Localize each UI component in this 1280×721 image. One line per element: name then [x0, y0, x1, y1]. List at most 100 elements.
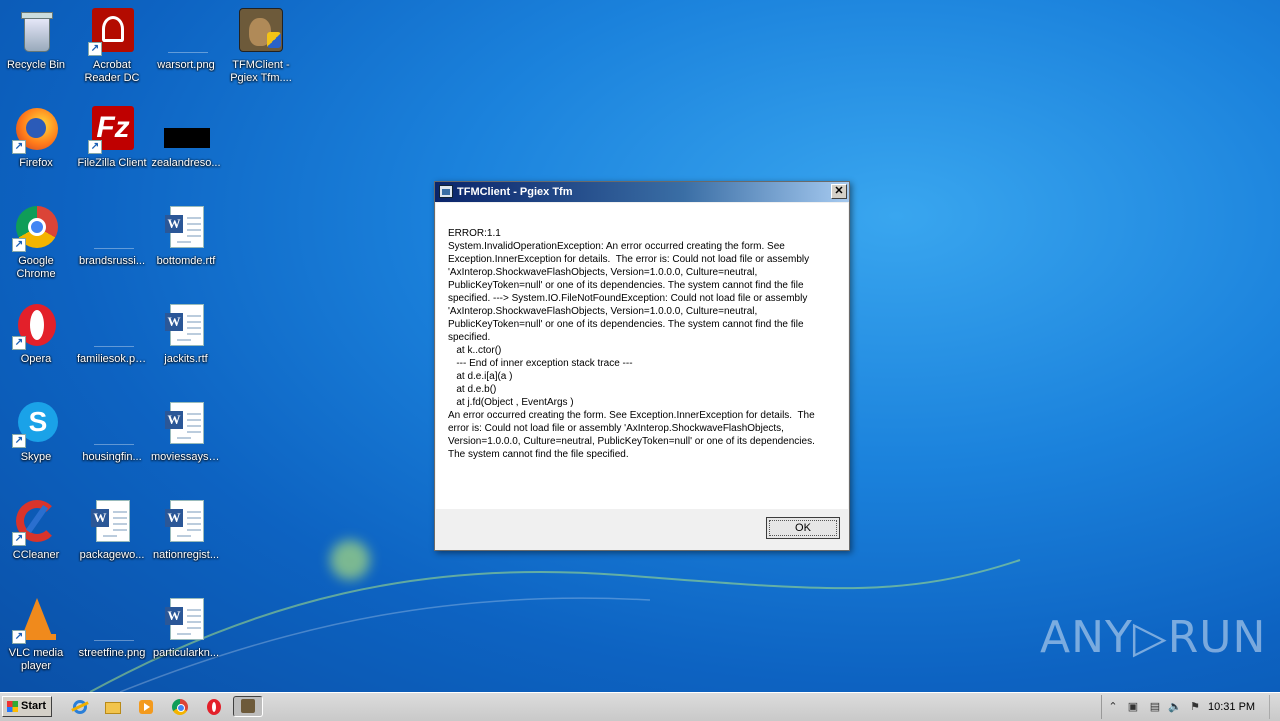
desktop-icon-streetfine[interactable]: streetfine.png	[76, 592, 148, 684]
desktop-icon-ccleaner[interactable]: ↗ CCleaner	[0, 494, 72, 586]
internet-explorer-icon[interactable]	[70, 697, 90, 717]
icon-label: Recycle Bin	[6, 59, 66, 71]
icon-label: housingfin...	[82, 451, 142, 463]
ok-button[interactable]: OK	[766, 517, 840, 539]
desktop-icon-filezilla[interactable]: Fz ↗ FileZilla Client	[76, 102, 148, 194]
shortcut-arrow-icon: ↗	[12, 630, 26, 644]
image-file-icon	[88, 400, 136, 448]
dialog-titlebar[interactable]: TFMClient - Pgiex Tfm ✕	[435, 182, 849, 202]
shortcut-arrow-icon: ↗	[12, 434, 26, 448]
acrobat-icon: ↗	[88, 8, 136, 56]
close-button[interactable]: ✕	[831, 184, 847, 199]
opera-icon: ↗	[12, 302, 60, 350]
filezilla-icon: Fz ↗	[88, 106, 136, 154]
icon-label: zealandreso...	[151, 157, 221, 169]
icon-label: nationregist...	[152, 549, 220, 561]
icon-label: Acrobat Reader DC	[84, 59, 140, 84]
icon-label: VLC media player	[8, 647, 64, 672]
desktop-icon-bottomde[interactable]: W bottomde.rtf	[150, 200, 222, 292]
error-dialog: TFMClient - Pgiex Tfm ✕ ERROR:1.1 System…	[434, 181, 850, 551]
chrome-icon: ↗	[12, 204, 60, 252]
ccleaner-icon: ↗	[12, 498, 60, 546]
desktop-icon-housingfin[interactable]: housingfin...	[76, 396, 148, 488]
error-message: ERROR:1.1 System.InvalidOperationExcepti…	[448, 228, 815, 460]
icon-label: brandsrussi...	[78, 255, 146, 267]
image-file-icon	[162, 106, 210, 154]
taskbar: Start ⌃ ▣ ▤ 🔈 ⚑ 10:31 PM	[0, 692, 1280, 721]
windows-flag-icon	[7, 701, 18, 712]
tfmclient-taskbar-button[interactable]	[233, 696, 263, 717]
icon-label: jackits.rtf	[164, 353, 208, 365]
start-button[interactable]: Start	[2, 696, 52, 717]
icon-label: familiesok.png	[77, 353, 148, 365]
desktop-icon-acrobat[interactable]: ↗ Acrobat Reader DC	[76, 4, 148, 96]
shortcut-arrow-icon: ↗	[88, 42, 102, 56]
show-desktop-button[interactable]	[1269, 695, 1280, 719]
desktop-icon-packagewo[interactable]: W packagewo...	[76, 494, 148, 586]
recycle-bin-icon	[12, 8, 60, 56]
chrome-taskbar-icon[interactable]	[170, 697, 190, 717]
desktop-icon-google-chrome[interactable]: ↗ Google Chrome	[0, 200, 72, 292]
word-document-icon: W	[162, 400, 210, 448]
icon-label: warsort.png	[157, 59, 215, 71]
icon-label: moviessays.rtf	[151, 451, 222, 463]
desktop-icon-vlc[interactable]: ↗ VLC media player	[0, 592, 72, 684]
icon-label: Skype	[20, 451, 52, 463]
window-app-icon	[439, 185, 453, 198]
action-center-icon[interactable]: ▤	[1148, 700, 1162, 714]
desktop-icon-recycle-bin[interactable]: Recycle Bin	[0, 4, 72, 96]
firefox-icon: ↗	[12, 106, 60, 154]
desktop-icon-warsort[interactable]: warsort.png	[150, 4, 222, 96]
desktop-icon-moviessays[interactable]: W moviessays.rtf	[150, 396, 222, 488]
shortcut-arrow-icon: ↗	[12, 336, 26, 350]
word-document-icon: W	[162, 302, 210, 350]
word-document-icon: W	[162, 498, 210, 546]
icon-label: Firefox	[19, 157, 53, 169]
desktop-icon-jackits[interactable]: W jackits.rtf	[150, 298, 222, 390]
icon-label: particularkn...	[152, 647, 220, 659]
icon-label: streetfine.png	[78, 647, 146, 659]
desktop-icon-familiesok[interactable]: familiesok.png	[76, 298, 148, 390]
network-icon[interactable]: ▣	[1126, 700, 1140, 714]
image-file-icon	[162, 8, 210, 56]
desktop-icon-zealandreso[interactable]: zealandreso...	[150, 102, 222, 194]
shortcut-arrow-icon: ↗	[12, 140, 26, 154]
clock[interactable]: 10:31 PM	[1208, 701, 1255, 713]
start-label: Start	[21, 700, 47, 712]
vlc-cone-icon: ↗	[12, 596, 60, 644]
icon-label: Opera	[20, 353, 52, 365]
anyrun-watermark: ANY▷RUN	[1040, 612, 1267, 663]
desktop-icon-skype[interactable]: S ↗ Skype	[0, 396, 72, 488]
volume-icon[interactable]: 🔈	[1168, 700, 1182, 714]
word-document-icon: W	[162, 204, 210, 252]
image-file-icon	[88, 302, 136, 350]
icon-label: packagewo...	[79, 549, 145, 561]
skype-icon: S ↗	[12, 400, 60, 448]
shortcut-arrow-icon: ↗	[12, 238, 26, 252]
image-file-icon	[88, 596, 136, 644]
word-document-icon: W	[88, 498, 136, 546]
desktop-icon-firefox[interactable]: ↗ Firefox	[0, 102, 72, 194]
opera-taskbar-icon[interactable]	[204, 697, 224, 717]
desktop-icon-brandsrussi[interactable]: brandsrussi...	[76, 200, 148, 292]
desktop-icon-nationregist[interactable]: W nationregist...	[150, 494, 222, 586]
shortcut-arrow-icon: ↗	[88, 140, 102, 154]
desktop-icon-particularkn[interactable]: W particularkn...	[150, 592, 222, 684]
dialog-title: TFMClient - Pgiex Tfm	[457, 186, 573, 198]
show-hidden-icons-button[interactable]: ⌃	[1106, 700, 1120, 714]
message-area: ERROR:1.1 System.InvalidOperationExcepti…	[436, 203, 848, 509]
icon-label: Google Chrome	[16, 255, 56, 280]
icon-label: bottomde.rtf	[156, 255, 216, 267]
media-player-icon[interactable]	[136, 697, 156, 717]
word-document-icon: W	[162, 596, 210, 644]
flag-icon[interactable]: ⚑	[1188, 700, 1202, 714]
icon-label: TFMClient - Pgiex Tfm....	[230, 59, 292, 84]
icon-label: FileZilla Client	[77, 157, 147, 169]
tfmclient-mouse-icon	[237, 8, 285, 56]
image-file-icon	[88, 204, 136, 252]
desktop-icon-tfmclient[interactable]: TFMClient - Pgiex Tfm....	[225, 4, 297, 96]
shortcut-arrow-icon: ↗	[12, 532, 26, 546]
file-explorer-icon[interactable]	[103, 697, 123, 717]
icon-label: CCleaner	[12, 549, 60, 561]
desktop-icon-opera[interactable]: ↗ Opera	[0, 298, 72, 390]
